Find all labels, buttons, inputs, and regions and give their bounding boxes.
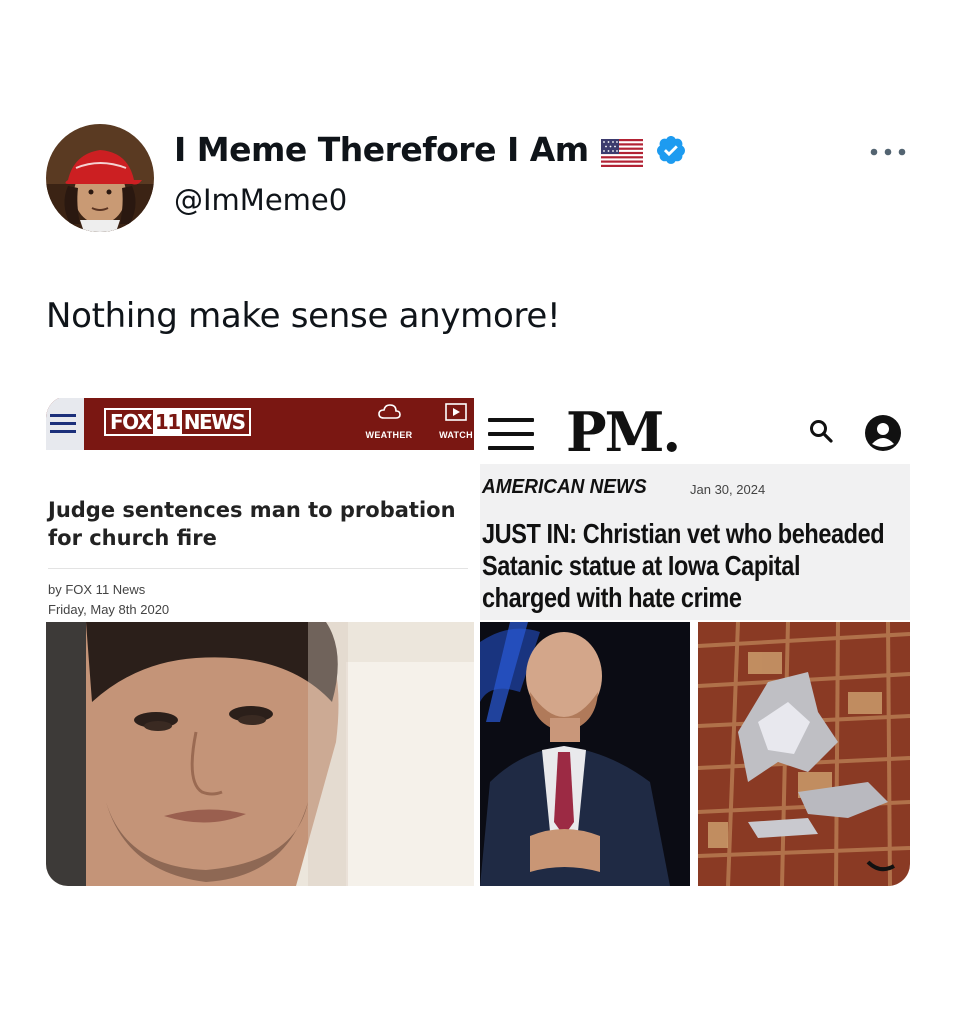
more-options-icon[interactable]: [866, 143, 910, 161]
fox-article-photo: [46, 622, 474, 886]
author-display-name-row[interactable]: I Meme Therefore I Am: [174, 130, 687, 169]
verified-badge-icon[interactable]: [655, 134, 687, 166]
us-flag-icon: [600, 136, 643, 167]
pm-headline: JUST IN: Christian vet who beheaded Sata…: [482, 518, 885, 614]
pm-article-header: AMERICAN NEWS Jan 30, 2024 JUST IN: Chri…: [480, 464, 910, 620]
pm-logo: PM.: [566, 400, 681, 464]
hamburger-menu-icon: [46, 398, 84, 450]
portrait-with-red-cap-avatar: [46, 124, 154, 232]
account-icon: [865, 415, 901, 451]
fox11-logo: FOX 11 NEWS: [104, 408, 251, 436]
author-display-name[interactable]: I Meme Therefore I Am: [174, 130, 589, 169]
fox-weather-label: WEATHER: [365, 430, 413, 440]
pm-statue-photo: [698, 622, 910, 886]
hamburger-menu-icon: [488, 418, 534, 452]
author-avatar[interactable]: [46, 124, 154, 232]
author-handle[interactable]: @ImMeme0: [174, 183, 347, 217]
fox-logo-number: 11: [152, 410, 182, 434]
fox-byline: by FOX 11 News Friday, May 8th 2020: [48, 580, 169, 620]
young-man-face-photo: [46, 622, 474, 886]
tweet-media[interactable]: FOX 11 NEWS WEATHER WATCH Judge sentences …: [46, 396, 910, 886]
fox-logo-prefix: FOX: [110, 410, 152, 434]
fox-watch-label: WATCH: [439, 430, 473, 440]
weather-cloud-icon: [378, 404, 401, 419]
search-icon: [810, 420, 833, 443]
pm-headline-line: JUST IN: Christian vet who beheaded: [482, 518, 885, 549]
man-in-suit-photo: [480, 622, 690, 886]
fox-logo-suffix: NEWS: [183, 410, 246, 434]
pm-speaker-photo: [480, 622, 690, 886]
fox-byline-author: by FOX 11 News: [48, 582, 146, 597]
pm-headline-line: Satanic statue at Iowa Capital: [482, 550, 801, 581]
tweet-text: Nothing make sense anymore!: [46, 296, 561, 336]
pm-article-date: Jan 30, 2024: [690, 482, 766, 497]
pm-news-screenshot[interactable]: PM. AMERICAN NEWS Jan 30, 2024 JUST IN: …: [480, 396, 910, 886]
fox-headline: Judge sentences man to probation for chu…: [48, 498, 456, 550]
pm-section-label: AMERICAN NEWS: [482, 476, 647, 498]
divider: [48, 568, 468, 569]
fox-weather-nav: WEATHER: [362, 402, 416, 440]
pm-headline-line: charged with hate crime: [482, 582, 742, 613]
broken-statue-on-tile-floor-photo: [698, 622, 910, 886]
fox-watch-nav: WATCH: [434, 402, 478, 440]
fox-news-screenshot[interactable]: FOX 11 NEWS WEATHER WATCH Judge sentences …: [46, 396, 474, 886]
video-play-icon: [445, 403, 467, 421]
fox-byline-date: Friday, May 8th 2020: [48, 602, 170, 617]
